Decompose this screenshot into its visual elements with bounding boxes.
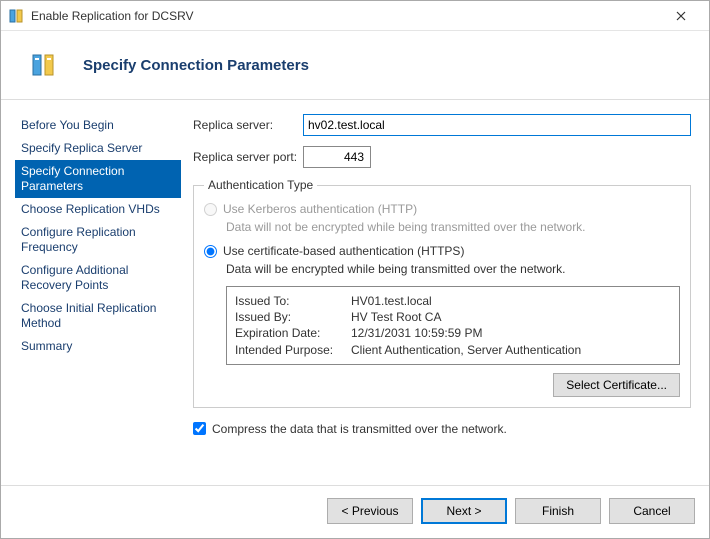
kerberos-hint: Data will not be encrypted while being t…: [226, 220, 680, 234]
kerberos-radio-row: Use Kerberos authentication (HTTP): [204, 202, 680, 216]
wizard-footer: < Previous Next > Finish Cancel: [1, 485, 709, 538]
cert-expiration-label: Expiration Date:: [235, 325, 351, 341]
cert-expiration-value: 12/31/2031 10:59:59 PM: [351, 325, 482, 341]
cancel-button[interactable]: Cancel: [609, 498, 695, 524]
kerberos-radio: [204, 203, 217, 216]
close-button[interactable]: [661, 2, 701, 30]
nav-choose-replication-vhds[interactable]: Choose Replication VHDs: [15, 198, 181, 221]
next-button[interactable]: Next >: [421, 498, 507, 524]
finish-button[interactable]: Finish: [515, 498, 601, 524]
compress-checkbox-row[interactable]: Compress the data that is transmitted ov…: [193, 422, 691, 436]
authentication-type-group: Authentication Type Use Kerberos authent…: [193, 178, 691, 408]
certificate-details: Issued To: HV01.test.local Issued By: HV…: [226, 286, 680, 365]
replica-server-input[interactable]: [303, 114, 691, 136]
cert-purpose-label: Intended Purpose:: [235, 342, 351, 358]
nav-summary[interactable]: Summary: [15, 335, 181, 358]
window-title: Enable Replication for DCSRV: [31, 9, 194, 23]
wizard-window: Enable Replication for DCSRV Specify Con…: [0, 0, 710, 539]
nav-specify-connection-parameters[interactable]: Specify Connection Parameters: [15, 160, 181, 198]
nav-configure-replication-frequency[interactable]: Configure Replication Frequency: [15, 221, 181, 259]
page-title: Specify Connection Parameters: [83, 57, 309, 74]
cert-hint: Data will be encrypted while being trans…: [226, 262, 680, 276]
wizard-header: Specify Connection Parameters: [1, 31, 709, 99]
cert-radio-row[interactable]: Use certificate-based authentication (HT…: [204, 244, 680, 258]
cert-issued-to-label: Issued To:: [235, 293, 351, 309]
cert-purpose-value: Client Authentication, Server Authentica…: [351, 342, 581, 358]
cert-radio[interactable]: [204, 245, 217, 258]
cert-issued-to-value: HV01.test.local: [351, 293, 432, 309]
app-icon: [9, 8, 25, 24]
replica-port-input[interactable]: [303, 146, 371, 168]
previous-button[interactable]: < Previous: [327, 498, 413, 524]
titlebar: Enable Replication for DCSRV: [1, 1, 709, 31]
authentication-type-legend: Authentication Type: [204, 178, 317, 192]
select-certificate-button[interactable]: Select Certificate...: [553, 373, 680, 397]
nav-choose-initial-replication-method[interactable]: Choose Initial Replication Method: [15, 297, 181, 335]
nav-before-you-begin[interactable]: Before You Begin: [15, 114, 181, 137]
compress-checkbox-label: Compress the data that is transmitted ov…: [212, 422, 507, 436]
wizard-icon: [29, 49, 61, 81]
replica-port-label: Replica server port:: [193, 150, 303, 164]
nav-specify-replica-server[interactable]: Specify Replica Server: [15, 137, 181, 160]
cert-issued-by-label: Issued By:: [235, 309, 351, 325]
kerberos-radio-label: Use Kerberos authentication (HTTP): [223, 202, 417, 216]
cert-issued-by-value: HV Test Root CA: [351, 309, 441, 325]
replica-server-label: Replica server:: [193, 118, 303, 132]
cert-radio-label: Use certificate-based authentication (HT…: [223, 244, 464, 258]
nav-configure-additional-recovery-points[interactable]: Configure Additional Recovery Points: [15, 259, 181, 297]
wizard-content: Replica server: Replica server port: Aut…: [193, 114, 695, 485]
compress-checkbox[interactable]: [193, 422, 206, 435]
wizard-nav: Before You Begin Specify Replica Server …: [15, 114, 181, 485]
